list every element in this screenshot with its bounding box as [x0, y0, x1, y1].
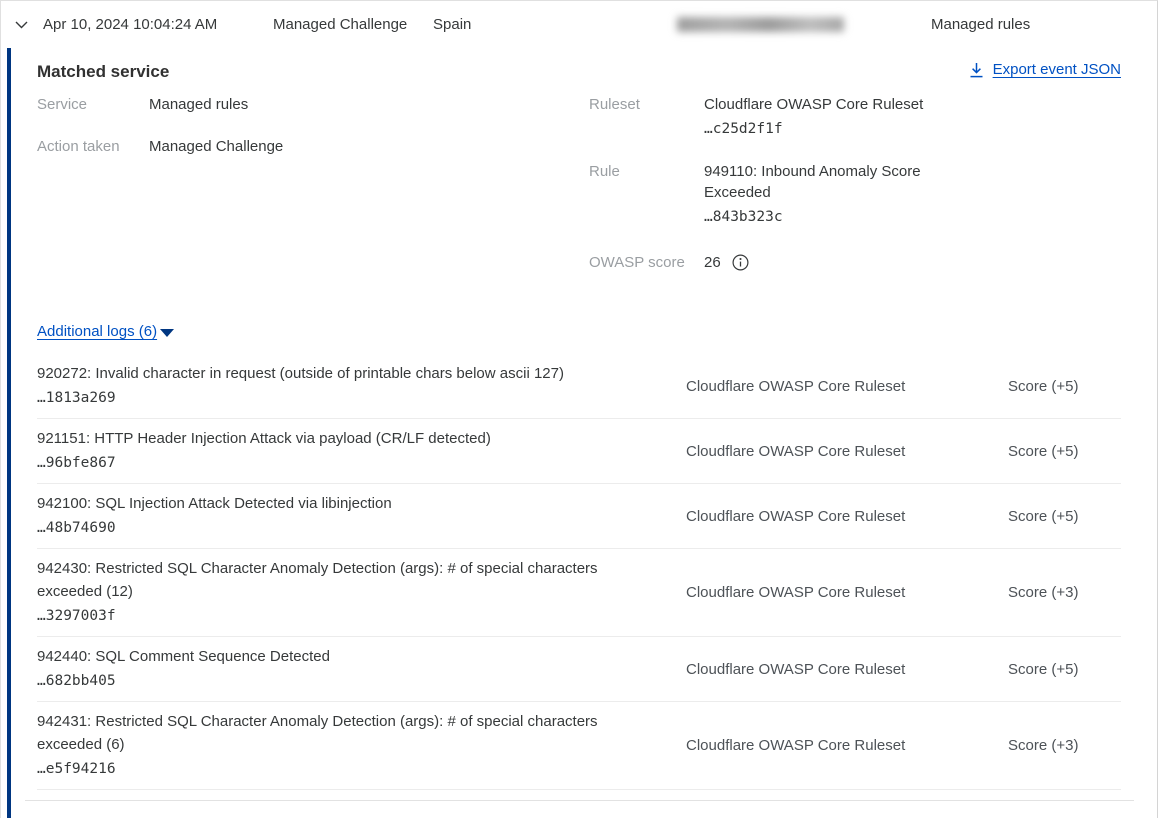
log-rule-description: 942440: SQL Comment Sequence Detected: [37, 645, 646, 668]
log-row: 942100: SQL Injection Attack Detected vi…: [37, 484, 1121, 549]
download-icon: [969, 62, 984, 78]
log-ruleset-name: Cloudflare OWASP Core Ruleset: [686, 737, 1008, 754]
rule-label: Rule: [589, 161, 704, 228]
log-ruleset-name: Cloudflare OWASP Core Ruleset: [686, 508, 1008, 525]
ruleset-value: Cloudflare OWASP Core Ruleset: [704, 94, 923, 115]
service-value: Managed rules: [149, 94, 248, 115]
event-country: Spain: [433, 16, 673, 33]
log-row: 942440: SQL Comment Sequence Detected …6…: [37, 637, 1121, 702]
matched-service-details: Service Managed rules Action taken Manag…: [37, 94, 1121, 294]
event-action: Managed Challenge: [273, 16, 433, 33]
export-event-json-label: Export event JSON: [993, 61, 1121, 78]
log-rule-hash: …682bb405: [37, 669, 646, 693]
redacted-blur: [677, 17, 844, 32]
log-score: Score (+5): [1008, 443, 1121, 460]
rule-hash: …843b323c: [704, 206, 944, 228]
log-row: 942430: Restricted SQL Character Anomaly…: [37, 549, 1121, 637]
ruleset-hash: …c25d2f1f: [704, 118, 923, 140]
action-taken-value: Managed Challenge: [149, 136, 283, 157]
event-detail-panel: Matched service Export event JSON Servic…: [1, 48, 1157, 801]
service-label: Service: [37, 94, 149, 115]
event-timestamp: Apr 10, 2024 10:04:24 AM: [43, 16, 273, 33]
additional-logs-table: 920272: Invalid character in request (ou…: [37, 354, 1121, 790]
event-row-header[interactable]: Apr 10, 2024 10:04:24 AM Managed Challen…: [1, 1, 1157, 48]
log-ruleset-name: Cloudflare OWASP Core Ruleset: [686, 584, 1008, 601]
log-rule-hash: …3297003f: [37, 604, 646, 628]
log-rule-hash: …48b74690: [37, 516, 646, 540]
log-rule-hash: …96bfe867: [37, 451, 646, 475]
additional-logs-toggle[interactable]: Additional logs (6): [37, 323, 174, 340]
log-ruleset-name: Cloudflare OWASP Core Ruleset: [686, 378, 1008, 395]
additional-logs-label: Additional logs (6): [37, 323, 157, 340]
log-rule-description: 942431: Restricted SQL Character Anomaly…: [37, 710, 646, 756]
log-score: Score (+5): [1008, 508, 1121, 525]
firewall-event-card: Apr 10, 2024 10:04:24 AM Managed Challen…: [0, 0, 1158, 818]
log-rule-hash: …1813a269: [37, 386, 646, 410]
chevron-down-icon[interactable]: [15, 21, 28, 29]
action-taken-label: Action taken: [37, 136, 149, 157]
log-row: 920272: Invalid character in request (ou…: [37, 354, 1121, 419]
log-score: Score (+5): [1008, 661, 1121, 678]
log-ruleset-name: Cloudflare OWASP Core Ruleset: [686, 443, 1008, 460]
caret-down-icon: [160, 329, 174, 337]
log-rule-description: 921151: HTTP Header Injection Attack via…: [37, 427, 646, 450]
owasp-score-row: OWASP score 26: [589, 252, 1121, 273]
log-rule-hash: …e5f94216: [37, 757, 646, 781]
rule-row: Rule 949110: Inbound Anomaly Score Excee…: [589, 161, 1121, 228]
ruleset-row: Ruleset Cloudflare OWASP Core Ruleset …c…: [589, 94, 1121, 140]
log-rule-description: 942100: SQL Injection Attack Detected vi…: [37, 492, 646, 515]
log-row: 921151: HTTP Header Injection Attack via…: [37, 419, 1121, 484]
service-row: Service Managed rules: [37, 94, 589, 115]
log-rule-description: 920272: Invalid character in request (ou…: [37, 362, 646, 385]
log-row: 942431: Restricted SQL Character Anomaly…: [37, 702, 1121, 790]
panel-title: Matched service: [37, 59, 169, 85]
redacted-value: [673, 16, 848, 33]
log-ruleset-name: Cloudflare OWASP Core Ruleset: [686, 661, 1008, 678]
log-score: Score (+3): [1008, 737, 1121, 754]
owasp-score-label: OWASP score: [589, 252, 704, 273]
info-icon[interactable]: [732, 254, 749, 271]
panel-bottom-divider: [25, 800, 1134, 801]
event-service: Managed rules: [931, 16, 1030, 33]
action-taken-row: Action taken Managed Challenge: [37, 136, 589, 157]
log-rule-description: 942430: Restricted SQL Character Anomaly…: [37, 557, 646, 603]
rule-value: 949110: Inbound Anomaly Score Exceeded: [704, 161, 944, 203]
export-event-json-link[interactable]: Export event JSON: [969, 61, 1121, 78]
log-score: Score (+3): [1008, 584, 1121, 601]
log-score: Score (+5): [1008, 378, 1121, 395]
ruleset-label: Ruleset: [589, 94, 704, 140]
owasp-score-value: 26: [704, 252, 721, 273]
